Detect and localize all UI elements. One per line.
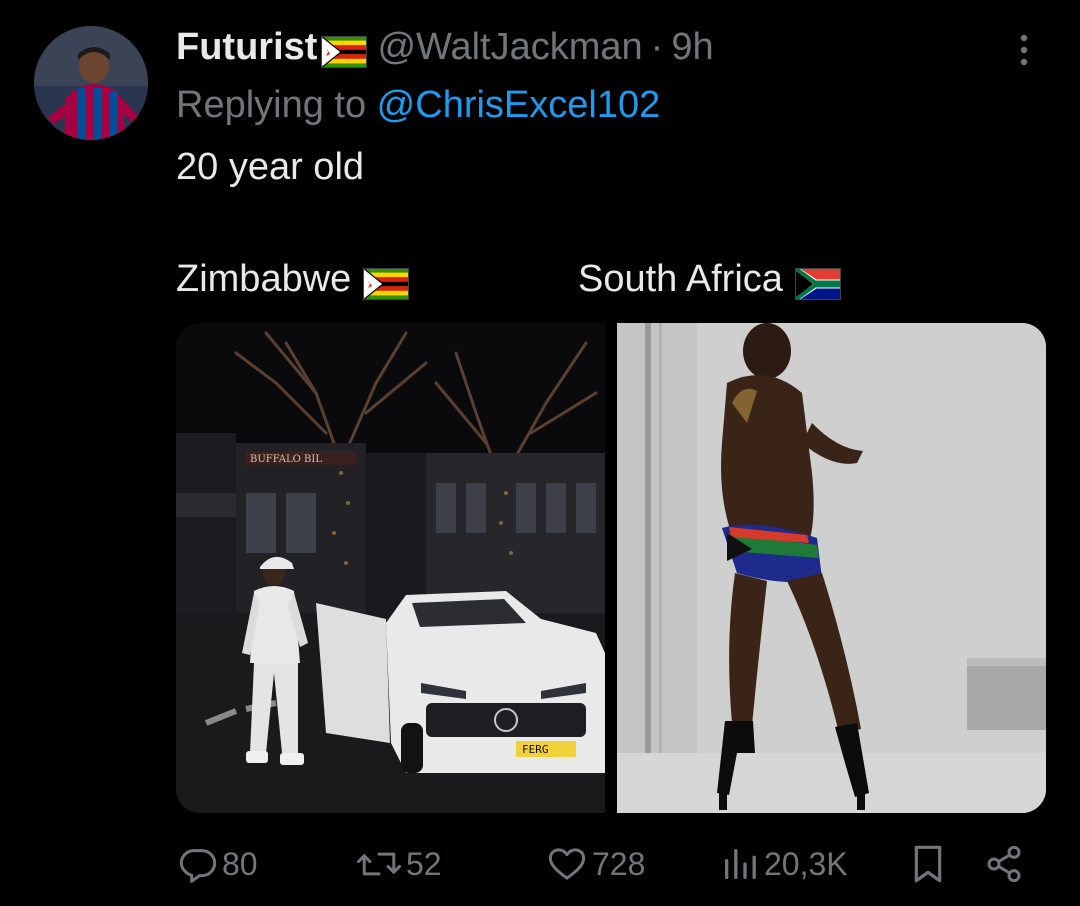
reply-icon xyxy=(179,849,217,883)
more-vertical-icon[interactable] xyxy=(1010,28,1038,72)
heart-icon xyxy=(548,848,586,880)
tweet-actions: 80 52 728 20,3K xyxy=(176,836,1046,892)
repost-icon xyxy=(356,852,402,876)
avatar[interactable] xyxy=(34,26,148,140)
bookmark-icon xyxy=(914,845,942,883)
right-caption: South Africa xyxy=(578,254,851,304)
repost-button[interactable]: 52 xyxy=(356,836,442,892)
timestamp[interactable]: 9h xyxy=(671,22,713,72)
media-grid: BUFFALO BIL FERG xyxy=(176,323,1046,813)
views-button[interactable]: 20,3K xyxy=(720,836,848,892)
replying-to-line: Replying to @ChrisExcel102 xyxy=(176,80,660,130)
share-icon xyxy=(987,845,1021,883)
left-caption-text: Zimbabwe xyxy=(176,258,352,300)
separator-dot: · xyxy=(650,26,664,68)
views-icon xyxy=(725,849,756,879)
views-count: 20,3K xyxy=(764,845,848,882)
tweet-text: 20 year old xyxy=(176,146,365,188)
zimbabwe-flag-icon xyxy=(320,31,369,69)
like-button[interactable]: 728 xyxy=(546,836,645,892)
tweet[interactable]: Futurist @WaltJackman · 9h Replying to @… xyxy=(0,0,1080,906)
bookmark-button[interactable] xyxy=(910,836,946,892)
left-photo[interactable]: BUFFALO BIL FERG xyxy=(176,323,605,813)
reply-button[interactable]: 80 xyxy=(178,836,258,892)
replying-prefix: Replying to xyxy=(176,84,377,126)
license-plate: FERG xyxy=(522,743,549,756)
right-caption-text: South Africa xyxy=(578,258,783,300)
reply-count: 80 xyxy=(222,845,258,882)
left-caption: Zimbabwe xyxy=(176,254,419,304)
repost-count: 52 xyxy=(406,845,442,882)
display-name[interactable]: Futurist xyxy=(176,22,317,72)
south-africa-flag-icon xyxy=(792,263,843,303)
like-count: 728 xyxy=(592,845,646,882)
share-button[interactable] xyxy=(984,836,1024,892)
tweet-header: Futurist @WaltJackman · 9h xyxy=(176,22,714,72)
shop-sign: BUFFALO BIL xyxy=(250,454,322,465)
replying-to-mention[interactable]: @ChrisExcel102 xyxy=(377,84,661,126)
right-photo[interactable] xyxy=(617,323,1046,813)
zimbabwe-flag-icon xyxy=(362,263,410,301)
user-handle[interactable]: @WaltJackman xyxy=(377,22,642,72)
